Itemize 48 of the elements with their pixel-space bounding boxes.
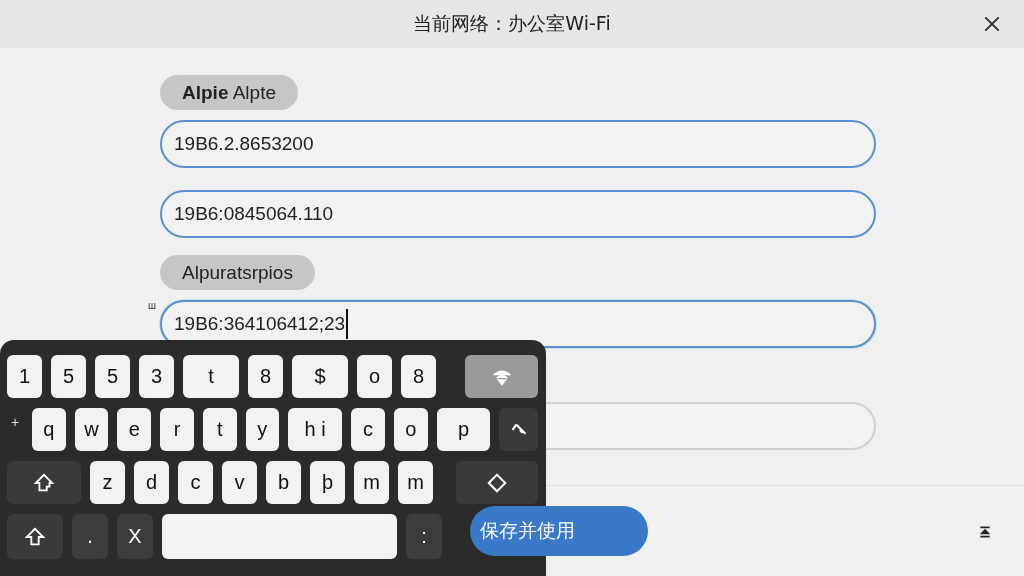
side-mark: ш	[148, 300, 157, 311]
key[interactable]: e	[117, 408, 152, 451]
key[interactable]: m	[398, 461, 433, 504]
input-field[interactable]: 19B6:0845064.110	[160, 190, 876, 238]
input-field[interactable]: 19B6.2.8653200	[160, 120, 876, 168]
key[interactable]: :	[406, 514, 442, 559]
diamond-key[interactable]	[456, 461, 538, 504]
key[interactable]: q	[32, 408, 66, 451]
shift-icon	[24, 525, 46, 548]
wifi-key[interactable]	[465, 355, 538, 398]
key[interactable]: t	[202, 408, 237, 451]
key[interactable]: þ	[310, 461, 345, 504]
close-icon	[982, 14, 1002, 34]
collapse-icon	[977, 524, 993, 540]
key[interactable]: v	[222, 461, 257, 504]
backspace-key[interactable]	[499, 408, 538, 451]
shift-icon	[33, 471, 55, 494]
key[interactable]: y	[245, 408, 280, 451]
key[interactable]: c	[178, 461, 213, 504]
key[interactable]: c	[351, 408, 385, 451]
key[interactable]: p	[436, 408, 491, 451]
key[interactable]: 1	[7, 355, 42, 398]
key[interactable]: b	[266, 461, 301, 504]
key[interactable]: z	[90, 461, 125, 504]
key[interactable]: 8	[401, 355, 436, 398]
key[interactable]: w	[74, 408, 109, 451]
row-mark: +	[11, 414, 20, 430]
field-label: Alpuratsrpios	[160, 255, 315, 290]
key[interactable]: 5	[51, 355, 86, 398]
key[interactable]: 8	[248, 355, 283, 398]
key[interactable]: d	[134, 461, 169, 504]
key[interactable]: 5	[95, 355, 130, 398]
key[interactable]: t	[183, 355, 239, 398]
key[interactable]: h i	[288, 408, 343, 451]
key[interactable]: o	[393, 408, 428, 451]
key[interactable]: .	[72, 514, 108, 559]
window-title: 当前网络：办公室Wi-Fi	[413, 11, 611, 36]
field-label: Alpie Alpte	[160, 75, 298, 110]
key[interactable]: $	[292, 355, 348, 398]
key[interactable]: m	[354, 461, 389, 504]
key[interactable]: 3	[139, 355, 174, 398]
key[interactable]: X	[117, 514, 153, 559]
save-button[interactable]: 保存并使用	[470, 506, 648, 556]
diamond-icon	[486, 471, 508, 494]
caps-key[interactable]	[7, 461, 81, 504]
key[interactable]: o	[357, 355, 392, 398]
shift-key[interactable]	[7, 514, 63, 559]
key[interactable]: r	[160, 408, 194, 451]
